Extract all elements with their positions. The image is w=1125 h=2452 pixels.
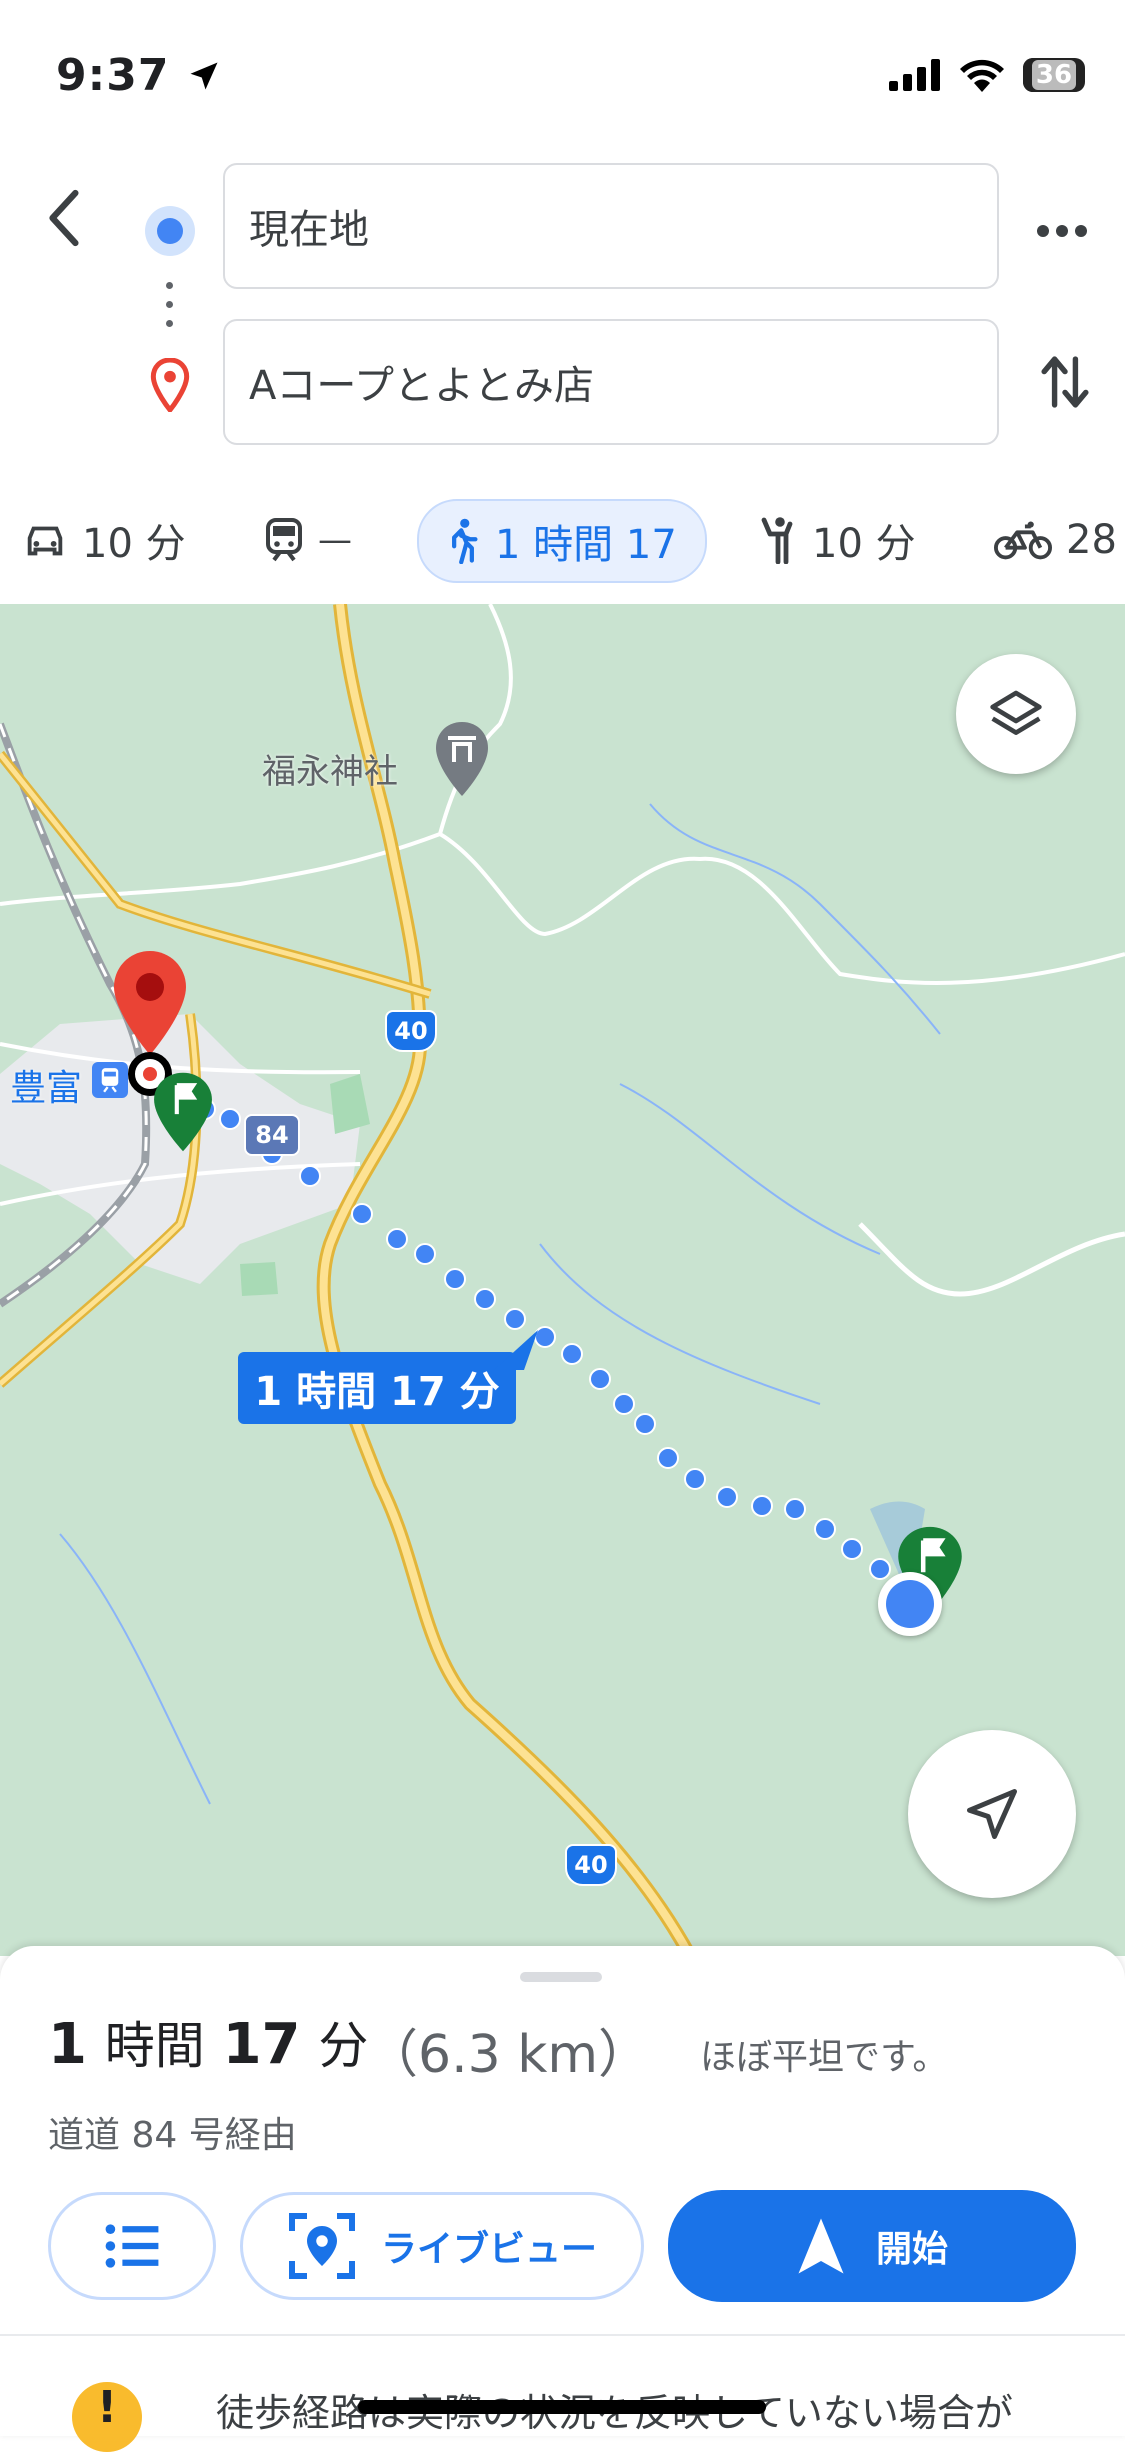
route-dot bbox=[534, 1326, 556, 1348]
route-dot bbox=[474, 1288, 496, 1310]
home-indicator[interactable] bbox=[358, 2400, 766, 2414]
tab-rideshare-label: 10 分 bbox=[812, 521, 916, 567]
station-icon[interactable] bbox=[92, 1062, 128, 1098]
route-dot bbox=[444, 1268, 466, 1290]
battery-indicator: 36 bbox=[1023, 58, 1085, 92]
destination-pin-icon bbox=[150, 358, 190, 412]
walk-icon bbox=[452, 518, 478, 564]
end-flag-marker bbox=[152, 1070, 214, 1154]
more-horiz-icon bbox=[1037, 225, 1087, 237]
torii-icon bbox=[436, 722, 488, 796]
navigation-icon bbox=[798, 2218, 844, 2274]
travel-mode-bar: 10 分 — 1 時間 17 10 分 28 bbox=[0, 495, 1125, 585]
route-via: 道道 84 号経由 bbox=[48, 2115, 297, 2156]
layers-button[interactable] bbox=[956, 654, 1076, 774]
route-dot bbox=[684, 1468, 706, 1490]
swap-arrows-icon bbox=[1041, 356, 1089, 408]
route-connector-dots bbox=[166, 282, 173, 327]
tab-bike[interactable]: 28 bbox=[994, 500, 1117, 580]
list-icon bbox=[105, 2224, 159, 2268]
swap-route-button[interactable] bbox=[1040, 350, 1096, 420]
tab-car-label: 10 分 bbox=[82, 521, 186, 567]
route-summary-sheet: 1 時間 17 分 （6.3 km） ほぼ平坦です。 道道 84 号経由 ライブ… bbox=[0, 1946, 1125, 2452]
recenter-button[interactable] bbox=[908, 1730, 1076, 1898]
route-dot bbox=[414, 1243, 436, 1265]
route-distance: （6.3 km） bbox=[366, 2025, 650, 2085]
route-dot bbox=[716, 1486, 738, 1508]
location-arrow-icon bbox=[190, 62, 218, 90]
green-flag-icon bbox=[154, 1072, 212, 1152]
route-dot bbox=[634, 1413, 656, 1435]
tab-walk-label: 1 時間 17 bbox=[495, 522, 677, 568]
start-label: 開始 bbox=[875, 2229, 948, 2270]
ar-pin-icon bbox=[288, 2213, 355, 2279]
origin-input[interactable]: 現在地 bbox=[223, 163, 999, 289]
route-dot bbox=[841, 1538, 863, 1560]
shrine-label: 福永神社 bbox=[262, 752, 398, 792]
tab-car[interactable]: 10 分 bbox=[22, 500, 186, 580]
route-dot bbox=[351, 1203, 373, 1225]
liveview-label: ライブビュー bbox=[380, 2229, 597, 2270]
status-icons: 36 bbox=[889, 58, 1085, 92]
route-dot bbox=[814, 1518, 836, 1540]
route-duration-callout: 1 時間 17 分 bbox=[238, 1352, 516, 1424]
back-button[interactable] bbox=[40, 186, 100, 256]
layers-icon bbox=[990, 690, 1042, 735]
route-dot bbox=[299, 1165, 321, 1187]
status-time: 9:37 bbox=[56, 50, 222, 101]
sheet-drag-handle[interactable] bbox=[520, 1972, 602, 1982]
navigation-arrow-icon bbox=[967, 1789, 1017, 1839]
tab-walk[interactable]: 1 時間 17 bbox=[417, 499, 707, 583]
steps-button[interactable] bbox=[48, 2192, 216, 2300]
route-dot bbox=[613, 1393, 635, 1415]
red-pin-icon bbox=[114, 951, 186, 1055]
warning-icon: ! bbox=[72, 2382, 142, 2452]
train-icon bbox=[266, 518, 302, 562]
hail-icon bbox=[761, 517, 793, 564]
route-dot bbox=[751, 1495, 773, 1517]
station-label: 豊富 bbox=[10, 1068, 83, 1109]
route-dot bbox=[386, 1228, 408, 1250]
signal-icon bbox=[889, 59, 940, 91]
callout-pointer bbox=[494, 1330, 538, 1370]
tab-transit[interactable]: — bbox=[264, 500, 352, 580]
back-arrow-icon bbox=[49, 189, 79, 247]
tab-transit-label: — bbox=[318, 520, 352, 560]
car-icon bbox=[27, 526, 63, 556]
origin-dot-icon bbox=[145, 206, 195, 256]
route-dot bbox=[869, 1558, 891, 1580]
sheet-divider bbox=[0, 2334, 1125, 2336]
route-shield-84: 84 bbox=[244, 1114, 300, 1156]
route-dot bbox=[784, 1498, 806, 1520]
train-icon bbox=[101, 1068, 119, 1093]
route-dot bbox=[589, 1368, 611, 1390]
route-shield-40-north: 40 bbox=[385, 1010, 437, 1052]
route-dot bbox=[657, 1447, 679, 1469]
more-options-button[interactable] bbox=[1036, 206, 1092, 256]
tab-bike-label: 28 bbox=[1066, 517, 1117, 563]
tab-rideshare[interactable]: 10 分 bbox=[758, 500, 916, 580]
shrine-icon[interactable] bbox=[432, 720, 492, 800]
start-navigation-button[interactable]: 開始 bbox=[668, 2190, 1076, 2302]
terrain-note: ほぼ平坦です。 bbox=[700, 2037, 949, 2078]
wifi-icon bbox=[960, 59, 1004, 92]
route-dot bbox=[561, 1343, 583, 1365]
map-view[interactable]: 福永神社 豊富 40 84 40 1 時間 17 分 bbox=[0, 604, 1125, 1956]
destination-marker[interactable] bbox=[110, 949, 190, 1059]
route-dot bbox=[219, 1108, 241, 1130]
bicycle-icon bbox=[994, 521, 1052, 560]
route-duration: 1 時間 17 分 bbox=[48, 2012, 369, 2077]
liveview-button[interactable]: ライブビュー bbox=[240, 2192, 644, 2300]
route-dot bbox=[504, 1308, 526, 1330]
destination-input[interactable]: Aコープとよとみ店 bbox=[223, 319, 999, 445]
route-shield-40-south: 40 bbox=[565, 1844, 617, 1886]
current-location-dot bbox=[878, 1572, 942, 1636]
